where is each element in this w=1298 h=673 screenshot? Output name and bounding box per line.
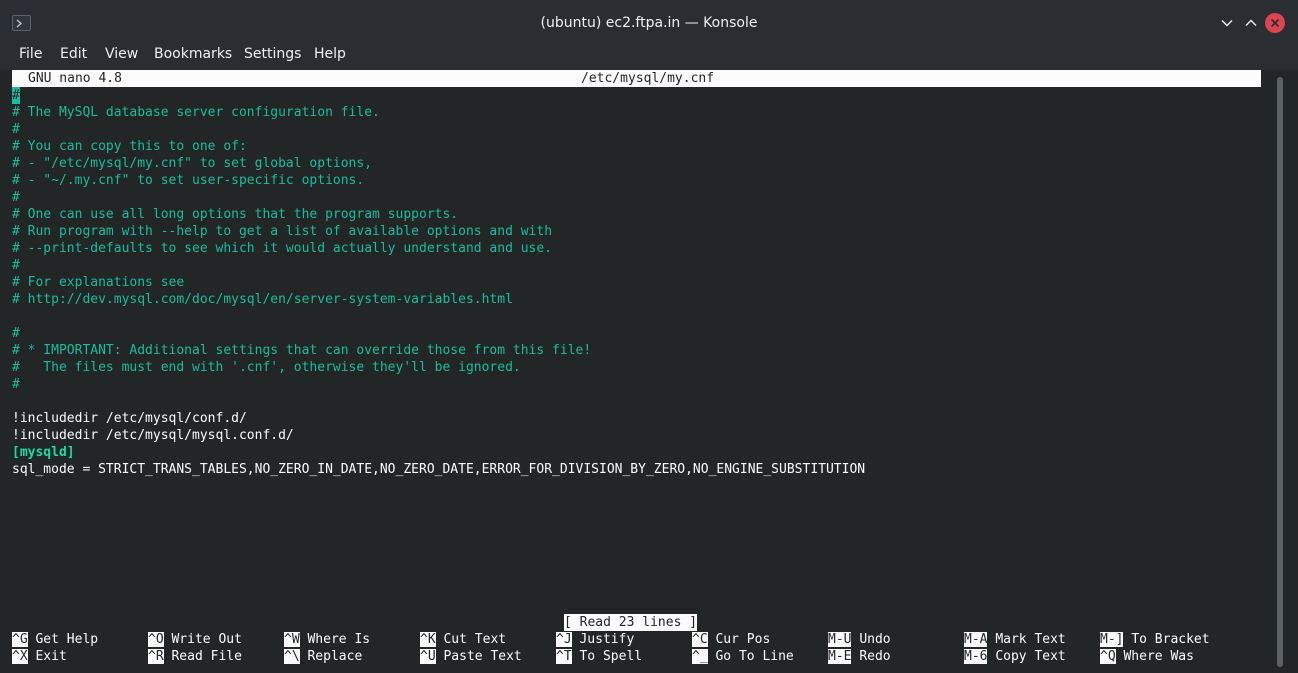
file-line: !includedir /etc/mysql/conf.d/ (12, 411, 247, 426)
file-line: # (12, 258, 20, 273)
file-line: # The MySQL database server configuratio… (12, 105, 380, 120)
shortcut-read-file[interactable]: ^R Read File (148, 648, 242, 665)
terminal-view[interactable]: GNU nano 4.8 /etc/mysql/my.cnf # # The M… (12, 70, 1274, 670)
file-line: # (12, 122, 20, 137)
text-cursor: # (12, 87, 20, 104)
shortcut-label: Go To Line (715, 649, 794, 664)
shortcut-label: Write Out (171, 632, 242, 647)
shortcut-key: ^K (420, 632, 436, 647)
file-line: sql_mode = STRICT_TRANS_TABLES,NO_ZERO_I… (12, 462, 866, 477)
menu-view[interactable]: View (105, 46, 138, 66)
shortcut-label: Mark Text (995, 632, 1066, 647)
shortcut-key: ^W (284, 632, 300, 647)
file-line: # You can copy this to one of: (12, 139, 247, 154)
file-line: # For explanations see (12, 275, 185, 290)
nano-version: GNU nano 4.8 (28, 71, 122, 86)
shortcut-copy-text[interactable]: M-6 Copy Text (964, 648, 1066, 665)
shortcut-label: Replace (307, 649, 363, 664)
window-titlebar[interactable]: (ubuntu) ec2.ftpa.in — Konsole (0, 0, 1298, 46)
shortcut-redo[interactable]: M-E Redo (828, 648, 891, 665)
file-line: # (12, 326, 20, 341)
shortcut-key: ^G (12, 632, 28, 647)
maximize-button[interactable] (1241, 13, 1261, 33)
menu-edit[interactable]: Edit (60, 46, 87, 66)
menu-settings[interactable]: Settings (244, 46, 301, 66)
shortcut-label: Undo (859, 632, 891, 647)
shortcut-key: ^C (692, 632, 708, 647)
shortcut-cur-pos[interactable]: ^C Cur Pos (692, 631, 770, 648)
shortcut-where-was[interactable]: ^Q Where Was (1100, 648, 1194, 665)
file-line: # --print-defaults to see which it would… (12, 241, 553, 256)
shortcut-key: ^U (420, 649, 436, 664)
shortcut-label: Exit (35, 649, 67, 664)
shortcut-key: ^\ (284, 649, 300, 664)
shortcut-write-out[interactable]: ^O Write Out (148, 631, 242, 648)
shortcut-label: Copy Text (995, 649, 1066, 664)
shortcut-mark-text[interactable]: M-A Mark Text (964, 631, 1066, 648)
file-line: # - "/etc/mysql/my.cnf" to set global op… (12, 156, 373, 171)
shortcut-exit[interactable]: ^X Exit (12, 648, 67, 665)
shortcut-key: ^Q (1100, 649, 1116, 664)
shortcut-label: Paste Text (443, 649, 522, 664)
shortcut-key: ^J (556, 632, 572, 647)
shortcut-label: Get Help (35, 632, 99, 647)
shortcut-label: Justify (579, 632, 635, 647)
menu-file[interactable]: File (19, 46, 42, 66)
shortcut-label: Where Was (1123, 649, 1194, 664)
nano-status-message: [ Read 23 lines ] (564, 614, 698, 631)
shortcut-label: Where Is (307, 632, 371, 647)
file-line: # * IMPORTANT: Additional settings that … (12, 343, 592, 358)
nano-title-bar: GNU nano 4.8 /etc/mysql/my.cnf (12, 70, 1261, 87)
window-title: (ubuntu) ec2.ftpa.in — Konsole (540, 15, 758, 31)
scrollbar-thumb[interactable] (1277, 77, 1283, 667)
file-line-section: [mysqld] (12, 445, 75, 460)
file-line: # One can use all long options that the … (12, 207, 459, 222)
shortcut-to-bracket[interactable]: M-] To Bracket (1100, 631, 1210, 648)
close-icon (1270, 18, 1280, 28)
shortcut-paste-text[interactable]: ^U Paste Text (420, 648, 522, 665)
close-button[interactable] (1265, 13, 1285, 33)
shortcut-key: ^R (148, 649, 164, 664)
file-line: # http://dev.mysql.com/doc/mysql/en/serv… (12, 292, 513, 307)
menu-bar: File Edit View Bookmarks Settings Help (0, 46, 1298, 70)
shortcut-label: Read File (171, 649, 242, 664)
shortcut-label: Cut Text (443, 632, 507, 647)
menu-bookmarks[interactable]: Bookmarks (154, 46, 232, 66)
shortcut-label: Redo (859, 649, 891, 664)
minimize-button[interactable] (1217, 13, 1237, 33)
file-line: # (12, 87, 20, 104)
shortcut-label: Cur Pos (715, 632, 771, 647)
shortcut-replace[interactable]: ^\ Replace (284, 648, 362, 665)
shortcut-key: M-E (828, 649, 852, 664)
shortcut-justify[interactable]: ^J Justify (556, 631, 634, 648)
file-line: # (12, 377, 20, 392)
shortcut-key: M-] (1100, 632, 1124, 647)
shortcut-key: ^O (148, 632, 164, 647)
shortcut-go-to-line[interactable]: ^_ Go To Line (692, 648, 794, 665)
shortcut-where-is[interactable]: ^W Where Is (284, 631, 370, 648)
menu-help[interactable]: Help (314, 46, 346, 66)
file-line: # (12, 190, 20, 205)
shortcut-cut-text[interactable]: ^K Cut Text (420, 631, 506, 648)
nano-filename: /etc/mysql/my.cnf (581, 71, 715, 86)
shortcut-label: To Spell (579, 649, 643, 664)
shortcut-key: ^X (12, 649, 28, 664)
shortcut-get-help[interactable]: ^G Get Help (12, 631, 98, 648)
file-line: # Run program with --help to get a list … (12, 224, 553, 239)
chevron-up-icon (1245, 19, 1257, 26)
shortcut-undo[interactable]: M-U Undo (828, 631, 891, 648)
shortcut-key: M-A (964, 632, 988, 647)
shortcut-key: ^T (556, 649, 572, 664)
file-line: !includedir /etc/mysql/mysql.conf.d/ (12, 428, 294, 443)
shortcut-label: To Bracket (1131, 632, 1210, 647)
terminal-scrollbar[interactable] (1276, 70, 1286, 670)
shortcut-key: ^_ (692, 649, 708, 664)
chevron-down-icon (1221, 20, 1233, 27)
file-line: # - "~/.my.cnf" to set user-specific opt… (12, 173, 365, 188)
file-line: # The files must end with '.cnf', otherw… (12, 360, 521, 375)
shortcut-key: M-U (828, 632, 852, 647)
shortcut-to-spell[interactable]: ^T To Spell (556, 648, 642, 665)
shortcut-key: M-6 (964, 649, 988, 664)
